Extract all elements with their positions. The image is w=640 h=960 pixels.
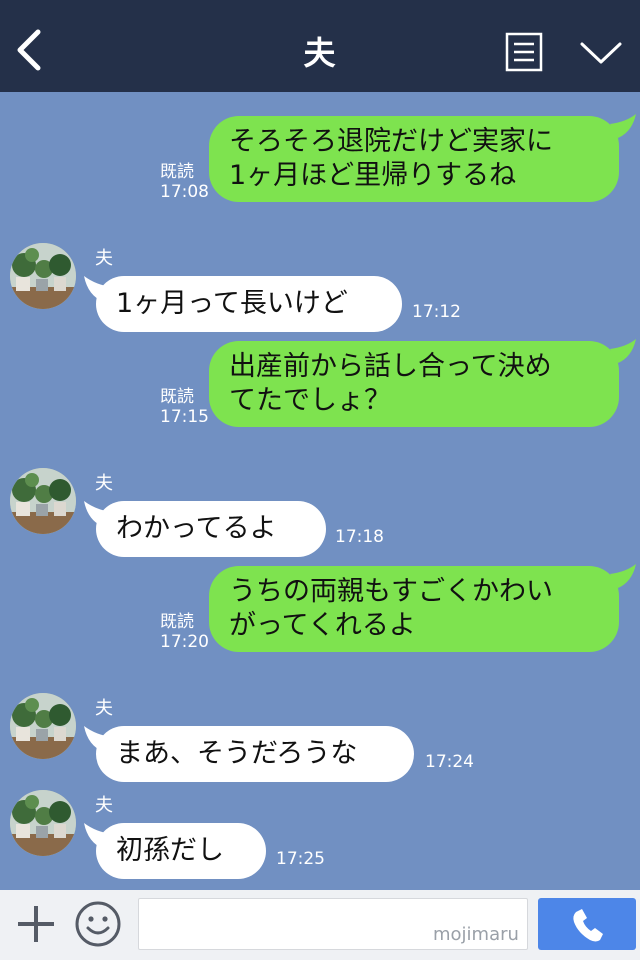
- watermark-text: mojimaru: [433, 924, 519, 945]
- avatar[interactable]: [10, 468, 76, 534]
- avatar[interactable]: [10, 693, 76, 759]
- message-time: 17:12: [412, 302, 461, 322]
- read-receipt: 既読 17:20: [160, 612, 209, 652]
- message-text: がってくれるよ: [229, 610, 416, 641]
- read-label: 既読: [160, 612, 194, 632]
- message-text: 1ヶ月って長いけど: [116, 288, 348, 319]
- read-label: 既読: [160, 387, 194, 407]
- sent-message-bubble[interactable]: うちの両親もすごくかわい がってくれるよ: [209, 566, 619, 652]
- message-text: そろそろ退院だけど実家に: [229, 126, 553, 157]
- note-list-icon: [505, 32, 543, 72]
- sent-message-bubble[interactable]: そろそろ退院だけど実家に 1ヶ月ほど里帰りするね: [209, 116, 619, 202]
- message-text: わかってるよ: [116, 513, 277, 544]
- message-text: 出産前から話し合って決め: [229, 351, 552, 382]
- message-text: てたでしょ？: [229, 385, 391, 416]
- sender-name: 夫: [95, 473, 113, 494]
- sender-name: 夫: [95, 698, 113, 719]
- read-receipt: 既読 17:08: [160, 162, 209, 202]
- plus-icon: [18, 906, 54, 942]
- read-label: 既読: [160, 162, 194, 182]
- sent-message-bubble[interactable]: 出産前から話し合って決め てたでしょ？: [209, 341, 619, 427]
- message-time: 17:20: [160, 632, 209, 652]
- avatar-plant-image: [10, 693, 76, 759]
- chevron-left-icon: [17, 29, 41, 71]
- chat-title: 夫: [303, 34, 337, 72]
- message-text: うちの両親もすごくかわい: [229, 576, 553, 607]
- received-message-bubble[interactable]: わかってるよ: [96, 501, 326, 557]
- sender-name: 夫: [95, 248, 113, 269]
- back-button[interactable]: [10, 28, 50, 72]
- message-text: まあ、そうだろうな: [116, 738, 358, 769]
- emoji-button[interactable]: [74, 900, 122, 948]
- call-button[interactable]: [538, 898, 636, 950]
- message-time: 17:15: [160, 407, 209, 427]
- phone-icon: [573, 909, 603, 942]
- avatar-plant-image: [10, 790, 76, 856]
- sender-name: 夫: [95, 795, 113, 816]
- received-message-bubble[interactable]: まあ、そうだろうな: [96, 726, 414, 782]
- avatar-plant-image: [10, 468, 76, 534]
- message-list[interactable]: 既読 17:08 そろそろ退院だけど実家に 1ヶ月ほど里帰りするね 夫 1ヶ月っ…: [0, 92, 640, 890]
- received-message-bubble[interactable]: 初孫だし: [96, 823, 266, 879]
- smiley-icon: [75, 901, 121, 947]
- chat-header: 夫: [0, 0, 640, 92]
- message-text: 初孫だし: [116, 835, 224, 866]
- avatar[interactable]: [10, 243, 76, 309]
- message-text: 1ヶ月ほど里帰りするね: [229, 160, 517, 191]
- note-button[interactable]: [505, 32, 543, 72]
- read-receipt: 既読 17:15: [160, 387, 209, 427]
- message-time: 17:18: [335, 527, 384, 547]
- chevron-down-icon: [580, 42, 622, 64]
- collapse-menu-button[interactable]: [578, 36, 624, 70]
- avatar[interactable]: [10, 790, 76, 856]
- avatar-plant-image: [10, 243, 76, 309]
- message-time: 17:08: [160, 182, 209, 202]
- received-message-bubble[interactable]: 1ヶ月って長いけど: [96, 276, 402, 332]
- message-time: 17:24: [425, 752, 474, 772]
- message-time: 17:25: [276, 849, 325, 869]
- add-attachment-button[interactable]: [14, 902, 58, 946]
